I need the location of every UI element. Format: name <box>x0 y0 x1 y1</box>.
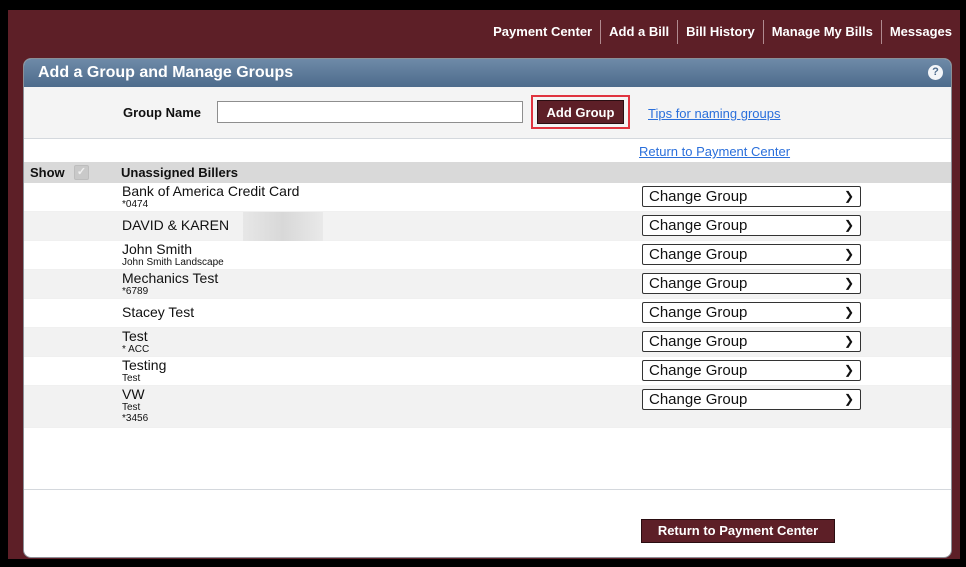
change-group-select[interactable]: Change Group ❯ <box>642 215 861 236</box>
nav-payment-center[interactable]: Payment Center <box>485 20 600 44</box>
panel-header: Add a Group and Manage Groups ? <box>24 59 951 87</box>
biller-account: *0474 <box>122 199 149 210</box>
top-navigation: Payment Center Add a Bill Bill History M… <box>485 20 960 44</box>
app-background: Payment Center Add a Bill Bill History M… <box>8 10 960 559</box>
biller-list: Bank of America Credit Card *0474 Change… <box>24 183 951 428</box>
biller-nickname: Test <box>122 402 141 413</box>
biller-name: Bank of America Credit Card <box>122 183 300 199</box>
biller-name: Mechanics Test <box>122 270 219 286</box>
change-group-value: Change Group <box>649 333 748 350</box>
change-group-value: Change Group <box>649 275 748 292</box>
tips-for-naming-groups-link[interactable]: Tips for naming groups <box>648 106 780 121</box>
biller-row: Stacey Test Change Group ❯ <box>24 299 951 328</box>
nav-bill-history[interactable]: Bill History <box>677 20 763 44</box>
return-to-payment-center-button[interactable]: Return to Payment Center <box>641 519 835 543</box>
change-group-value: Change Group <box>649 362 748 379</box>
chevron-down-icon: ❯ <box>843 305 854 319</box>
change-group-select[interactable]: Change Group ❯ <box>642 302 861 323</box>
chevron-down-icon: ❯ <box>843 247 854 261</box>
change-group-select[interactable]: Change Group ❯ <box>642 273 861 294</box>
panel-footer: Return to Payment Center <box>24 489 951 557</box>
biller-row: DAVID & KAREN Change Group ❯ <box>24 212 951 241</box>
biller-name: VW <box>122 386 145 402</box>
billers-table-header: Show ✓ Unassigned Billers <box>24 162 951 183</box>
change-group-value: Change Group <box>649 304 748 321</box>
chevron-down-icon: ❯ <box>843 363 854 377</box>
nav-manage-my-bills[interactable]: Manage My Bills <box>762 20 881 44</box>
group-name-row: Group Name Add Group Tips for naming gro… <box>24 87 951 139</box>
add-group-button[interactable]: Add Group <box>537 100 624 124</box>
change-group-select[interactable]: Change Group ❯ <box>642 360 861 381</box>
biller-account: * ACC <box>122 344 150 355</box>
change-group-value: Change Group <box>649 188 748 205</box>
return-link-row: Return to Payment Center <box>24 139 951 162</box>
biller-row: VW Test *3456 Change Group ❯ <box>24 386 951 428</box>
chevron-down-icon: ❯ <box>843 189 854 203</box>
change-group-select[interactable]: Change Group ❯ <box>642 389 861 410</box>
biller-name: John Smith <box>122 241 193 257</box>
group-name-input[interactable] <box>217 101 523 123</box>
help-icon[interactable]: ? <box>928 65 943 80</box>
biller-nickname: John Smith Landscape <box>122 257 224 268</box>
unassigned-billers-heading: Unassigned Billers <box>121 165 239 180</box>
change-group-value: Change Group <box>649 391 748 408</box>
group-name-label: Group Name <box>123 105 202 120</box>
change-group-value: Change Group <box>649 246 748 263</box>
change-group-value: Change Group <box>649 217 748 234</box>
biller-account: *3456 <box>122 413 149 424</box>
manage-groups-panel: Add a Group and Manage Groups ? Group Na… <box>23 58 952 558</box>
biller-row: Test * ACC Change Group ❯ <box>24 328 951 357</box>
change-group-select[interactable]: Change Group ❯ <box>642 331 861 352</box>
change-group-select[interactable]: Change Group ❯ <box>642 244 861 265</box>
window-frame: Payment Center Add a Bill Bill History M… <box>0 0 966 567</box>
return-to-payment-center-link[interactable]: Return to Payment Center <box>639 144 790 159</box>
biller-name: Stacey Test <box>122 304 195 320</box>
biller-name: Testing <box>122 357 167 373</box>
show-all-checkbox[interactable]: ✓ <box>74 165 89 180</box>
show-column-label: Show <box>30 165 65 180</box>
nav-messages[interactable]: Messages <box>880 20 960 44</box>
biller-account: *6789 <box>122 286 149 297</box>
change-group-select[interactable]: Change Group ❯ <box>642 186 861 207</box>
biller-nickname: Test <box>122 373 141 384</box>
chevron-down-icon: ❯ <box>843 218 854 232</box>
nav-add-a-bill[interactable]: Add a Bill <box>600 20 677 44</box>
biller-row: Testing Test Change Group ❯ <box>24 357 951 386</box>
chevron-down-icon: ❯ <box>843 392 854 406</box>
redacted-name-blur <box>243 212 323 241</box>
chevron-down-icon: ❯ <box>843 276 854 290</box>
biller-name: Test <box>122 328 148 344</box>
biller-name: DAVID & KAREN <box>122 217 230 233</box>
chevron-down-icon: ❯ <box>843 334 854 348</box>
biller-row: John Smith John Smith Landscape Change G… <box>24 241 951 270</box>
biller-row: Mechanics Test *6789 Change Group ❯ <box>24 270 951 299</box>
biller-row: Bank of America Credit Card *0474 Change… <box>24 183 951 212</box>
panel-title: Add a Group and Manage Groups <box>38 64 294 81</box>
